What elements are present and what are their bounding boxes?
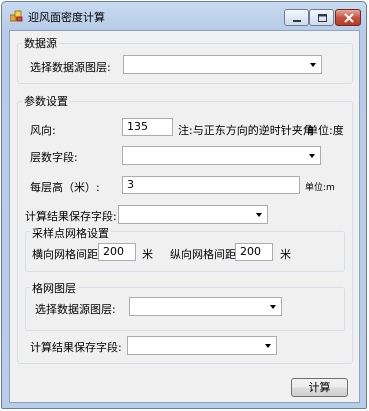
- params-group-title: 参数设置: [22, 93, 70, 109]
- floor-height-unit: 单位:m: [305, 183, 335, 193]
- close-button[interactable]: [335, 9, 361, 26]
- chevron-down-icon: [309, 154, 315, 158]
- chevron-down-icon: [310, 63, 316, 67]
- save-field-label: 计算结果保存字段:: [25, 210, 117, 223]
- chevron-down-icon: [256, 213, 262, 217]
- grid-layer-combo[interactable]: [129, 297, 282, 316]
- wind-direction-unit: 单位:度: [307, 124, 344, 137]
- grid-save-field-combo[interactable]: [127, 336, 277, 355]
- vertical-spacing-unit: 米: [280, 248, 291, 261]
- floor-field-label: 层数字段:: [30, 151, 78, 164]
- chevron-down-icon: [265, 344, 271, 348]
- window-title: 迎风面密度计算: [28, 11, 105, 24]
- minimize-icon: [293, 20, 301, 22]
- grid-save-field-label: 计算结果保存字段:: [30, 341, 122, 354]
- maximize-icon: [318, 14, 327, 22]
- minimize-button[interactable]: [284, 9, 309, 26]
- horizontal-spacing-label: 横向网格间距:: [32, 248, 102, 261]
- data-source-layer-combo[interactable]: [123, 55, 322, 74]
- close-icon: [344, 13, 354, 23]
- floor-height-label: 每层高（米）:: [30, 181, 100, 194]
- form-client-area: 数据源 选择数据源图层: 参数设置 风向: 135 注:与正东方向的逆时针夹角 …: [9, 30, 360, 403]
- vertical-spacing-input[interactable]: 200: [235, 243, 273, 261]
- horizontal-spacing-unit: 米: [142, 248, 153, 261]
- chevron-down-icon: [270, 305, 276, 309]
- title-bar[interactable]: 迎风面密度计算: [2, 2, 366, 30]
- wind-direction-input[interactable]: 135: [122, 118, 173, 136]
- maximize-button[interactable]: [309, 9, 334, 26]
- floor-field-combo[interactable]: [122, 146, 321, 165]
- app-icon: [9, 10, 23, 22]
- grid-layer-group-title: 格网图层: [30, 280, 78, 296]
- app-window: 迎风面密度计算 数据源 选择数据源图层: 参数设置 风向: 135 注:与正东方…: [1, 1, 367, 409]
- sampling-grid-group-title: 采样点网格设置: [30, 225, 111, 241]
- save-field-combo[interactable]: [118, 205, 268, 224]
- wind-direction-note: 注:与正东方向的逆时针夹角: [178, 124, 314, 137]
- grid-layer-label: 选择数据源图层:: [35, 303, 116, 316]
- vertical-spacing-label: 纵向网格间距:: [170, 248, 240, 261]
- horizontal-spacing-input[interactable]: 200: [98, 243, 136, 261]
- calculate-button[interactable]: 计算: [291, 378, 348, 397]
- data-source-group-title: 数据源: [22, 35, 59, 51]
- wind-direction-label: 风向:: [30, 124, 56, 137]
- floor-height-input[interactable]: 3: [122, 176, 300, 194]
- data-source-layer-label: 选择数据源图层:: [30, 61, 111, 74]
